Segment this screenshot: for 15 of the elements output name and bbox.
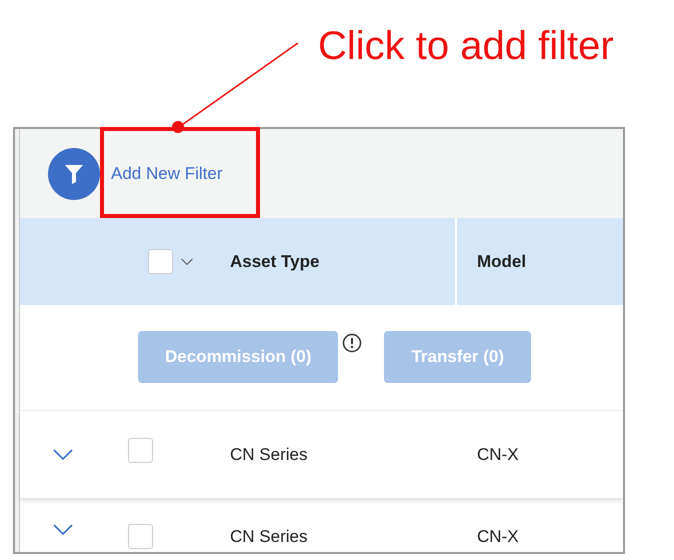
chevron-down-icon[interactable]	[53, 448, 73, 460]
checkbox[interactable]	[128, 438, 153, 463]
checkbox[interactable]	[128, 524, 153, 549]
column-header: Asset Type	[230, 250, 320, 273]
chevron-down-icon[interactable]	[53, 524, 73, 536]
table-cell: CN-X	[477, 444, 519, 464]
table-cell: CN Series	[230, 527, 308, 546]
filter-icon[interactable]	[48, 148, 100, 200]
table-cell: CN Series	[230, 444, 308, 464]
chevron-down-icon[interactable]	[181, 258, 193, 266]
annotation-text: Click to add filter	[318, 23, 614, 70]
add-filter-link[interactable]: Add New Filter	[111, 160, 222, 186]
table-cell: CN-X	[477, 527, 519, 546]
column-header: Model	[477, 252, 526, 270]
checkbox[interactable]	[148, 249, 173, 274]
